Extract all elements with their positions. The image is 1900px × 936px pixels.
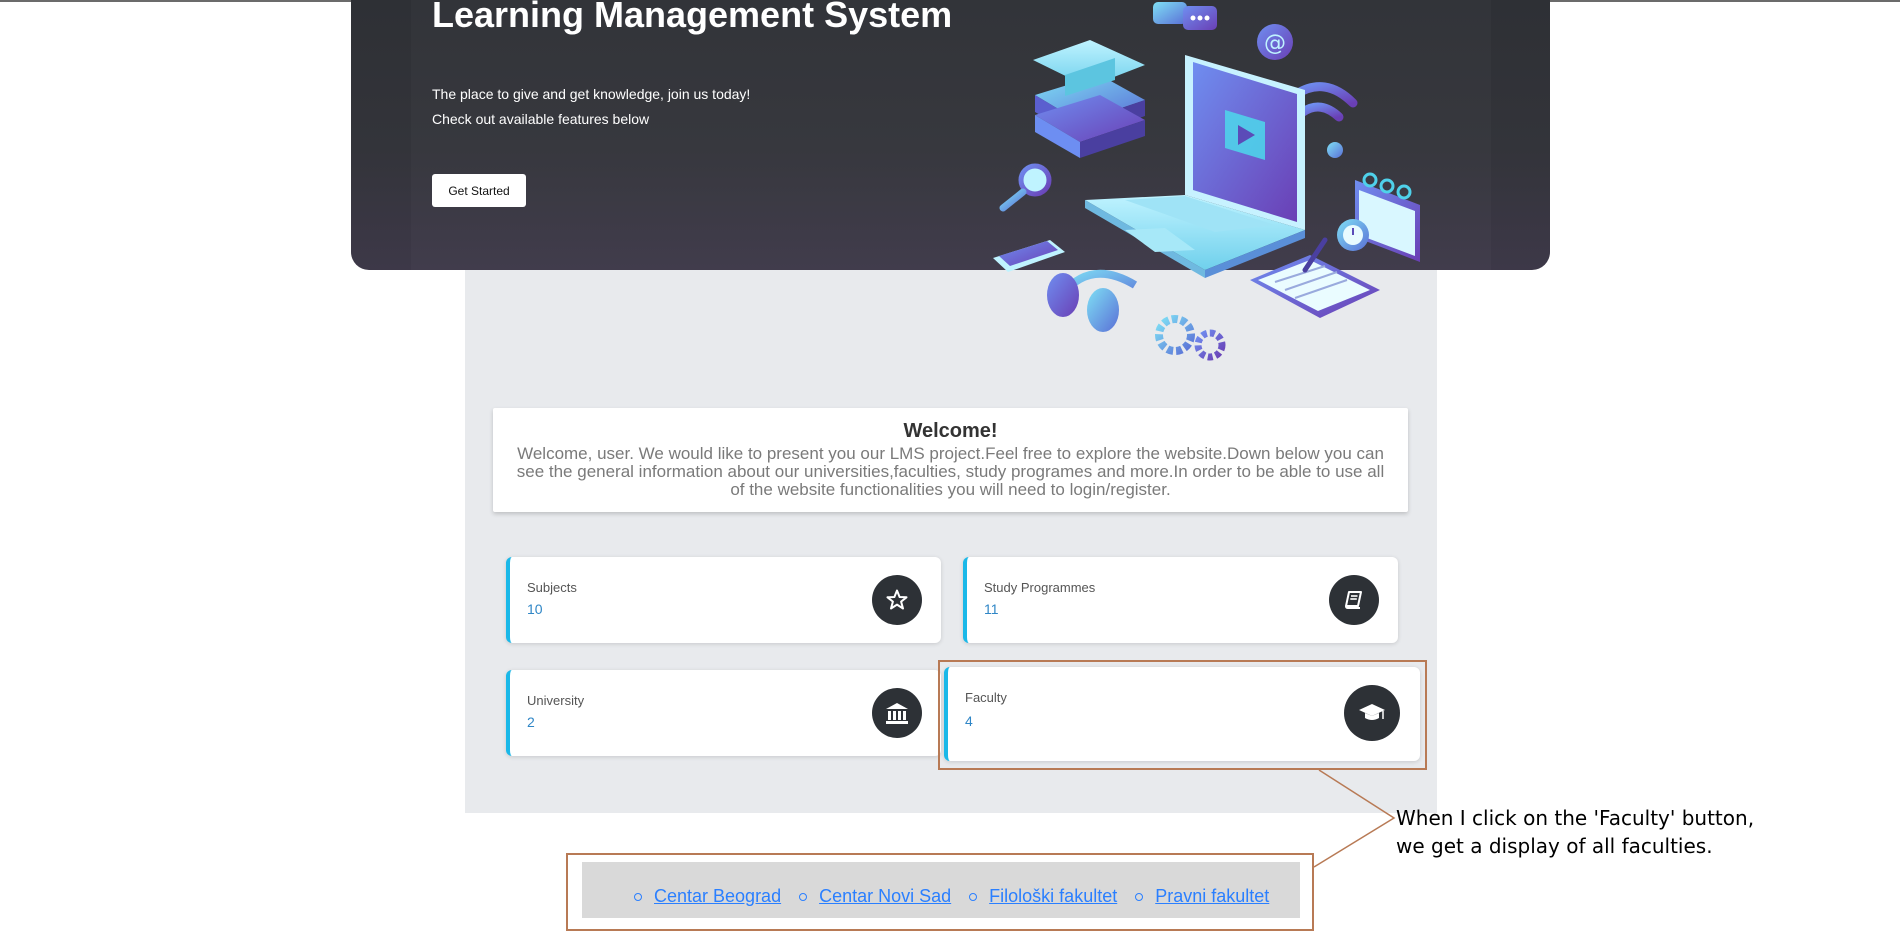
annotation-line-2: we get a display of all faculties. — [1396, 834, 1713, 858]
callout-lines — [1313, 769, 1396, 868]
annotation-note: When I click on the 'Faculty' button, we… — [1396, 804, 1876, 860]
annotation-line-1: When I click on the 'Faculty' button, — [1396, 806, 1755, 830]
